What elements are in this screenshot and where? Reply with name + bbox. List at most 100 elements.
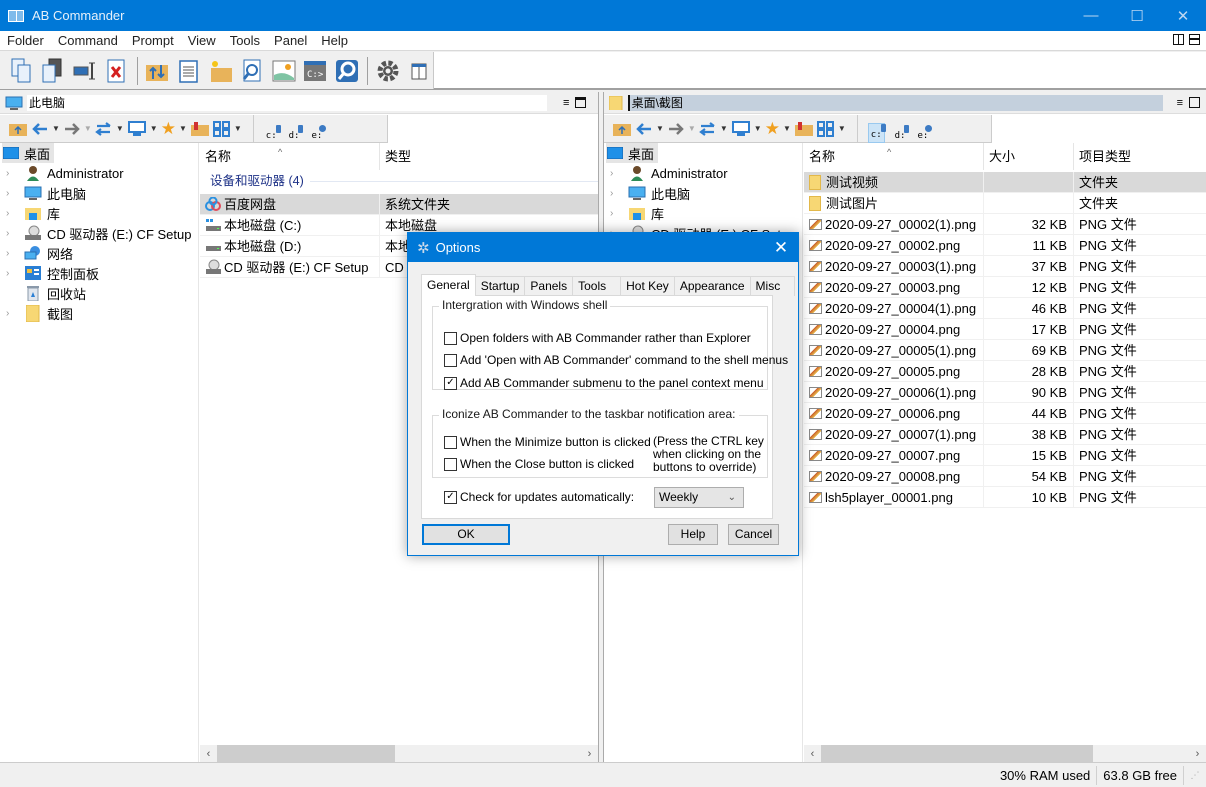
- panel-maximize-icon[interactable]: [575, 97, 587, 108]
- tree-item-administrator[interactable]: › Administrator: [604, 163, 802, 183]
- right-address-input[interactable]: 桌面\截图: [627, 94, 1163, 111]
- tree-item-this-pc[interactable]: › 此电脑: [0, 183, 198, 203]
- forward-button[interactable]: ▼: [63, 118, 92, 140]
- column-header-size[interactable]: 大小: [984, 143, 1074, 170]
- list-item[interactable]: 2020-09-27_00005(1).png 69 KB PNG 文件: [804, 339, 1206, 361]
- back-button[interactable]: ▼: [635, 118, 664, 140]
- open-folders-checkbox[interactable]: Open folders with AB Commander rather th…: [444, 331, 751, 345]
- submenu-checkbox[interactable]: ✓ Add AB Commander submenu to the panel c…: [444, 376, 764, 390]
- expand-icon[interactable]: ›: [610, 168, 622, 179]
- list-item[interactable]: 2020-09-27_00004.png 17 KB PNG 文件: [804, 318, 1206, 340]
- panel-maximize-icon[interactable]: [1189, 97, 1200, 108]
- drive-d-button[interactable]: d:: [893, 124, 910, 143]
- list-item[interactable]: 2020-09-27_00002(1).png 32 KB PNG 文件: [804, 213, 1206, 235]
- tree-item-screenshots[interactable]: › 截图: [0, 303, 198, 323]
- list-item[interactable]: 测试图片 文件夹: [804, 192, 1206, 214]
- tree-item-recycle-bin[interactable]: 回收站: [0, 283, 198, 303]
- expand-icon[interactable]: ›: [6, 308, 18, 319]
- notepad-icon[interactable]: [175, 57, 203, 85]
- help-button[interactable]: Help: [668, 524, 718, 545]
- panel-layout-icon[interactable]: [405, 57, 433, 85]
- tree-item-control-panel[interactable]: › 控制面板: [0, 263, 198, 283]
- favorites-button[interactable]: ★ ▼: [161, 118, 187, 140]
- vertical-split-icon[interactable]: [1173, 34, 1184, 45]
- image-viewer-icon[interactable]: [270, 57, 298, 85]
- command-prompt-icon[interactable]: C:>: [302, 57, 330, 85]
- maximize-button[interactable]: ☐: [1114, 0, 1160, 31]
- list-item[interactable]: 2020-09-27_00006.png 44 KB PNG 文件: [804, 402, 1206, 424]
- minimize-button[interactable]: —: [1068, 0, 1114, 31]
- panel-menu-icon[interactable]: ≡: [1177, 97, 1183, 109]
- ok-button[interactable]: OK: [422, 524, 510, 545]
- close-button[interactable]: ✕: [1160, 0, 1206, 31]
- minimize-to-tray-checkbox[interactable]: When the Minimize button is clicked: [444, 435, 651, 449]
- close-to-tray-checkbox[interactable]: When the Close button is clicked: [444, 457, 634, 471]
- menu-panel[interactable]: Panel: [267, 33, 314, 48]
- drive-e-button[interactable]: e:: [915, 124, 933, 143]
- tab-tools[interactable]: Tools: [572, 276, 622, 296]
- list-item[interactable]: 2020-09-27_00007(1).png 38 KB PNG 文件: [804, 423, 1206, 445]
- expand-icon[interactable]: ›: [6, 248, 18, 259]
- column-header-type[interactable]: 类型: [380, 143, 598, 170]
- open-with-command-checkbox[interactable]: Add 'Open with AB Commander' command to …: [444, 353, 788, 367]
- list-item[interactable]: 百度网盘 系统文件夹: [200, 193, 598, 215]
- list-item[interactable]: lsh5player_00001.png 10 KB PNG 文件: [804, 486, 1206, 508]
- swap-panels-button[interactable]: ▼: [95, 118, 124, 140]
- tab-general[interactable]: General: [421, 274, 476, 296]
- list-item[interactable]: 2020-09-27_00002.png 11 KB PNG 文件: [804, 234, 1206, 256]
- swap-panels-button[interactable]: ▼: [699, 118, 728, 140]
- tree-item-library[interactable]: › 库: [0, 203, 198, 223]
- sync-folders-icon[interactable]: [143, 57, 171, 85]
- new-folder-icon[interactable]: [207, 57, 235, 85]
- group-header[interactable]: 设备和驱动器 (4): [200, 170, 598, 192]
- up-folder-button[interactable]: [612, 118, 632, 140]
- expand-icon[interactable]: ›: [610, 208, 622, 219]
- forward-button[interactable]: ▼: [667, 118, 696, 140]
- cancel-button[interactable]: Cancel: [728, 524, 779, 545]
- favorites-button[interactable]: ★ ▼: [765, 118, 791, 140]
- expand-icon[interactable]: ›: [6, 208, 18, 219]
- rename-icon[interactable]: [71, 57, 99, 85]
- column-header-type[interactable]: 项目类型: [1074, 143, 1206, 170]
- menu-prompt[interactable]: Prompt: [125, 33, 181, 48]
- scroll-right-icon[interactable]: ›: [1189, 748, 1206, 760]
- list-item[interactable]: 2020-09-27_00003.png 12 KB PNG 文件: [804, 276, 1206, 298]
- bookmark-folder-button[interactable]: [794, 118, 814, 140]
- tree-item-network[interactable]: › 网络: [0, 243, 198, 263]
- drive-e-button[interactable]: e:: [309, 124, 327, 143]
- scroll-left-icon[interactable]: ‹: [200, 748, 217, 760]
- dialog-close-button[interactable]: ✕: [764, 238, 798, 258]
- up-folder-button[interactable]: [8, 118, 28, 140]
- view-mode-button[interactable]: ▼: [816, 118, 846, 140]
- computer-button[interactable]: ▼: [127, 118, 158, 140]
- delete-icon[interactable]: [103, 57, 131, 85]
- drive-d-button[interactable]: d:: [287, 124, 304, 143]
- tab-startup[interactable]: Startup: [474, 276, 526, 296]
- move-icon[interactable]: [40, 57, 68, 85]
- menu-tools[interactable]: Tools: [223, 33, 267, 48]
- tree-item-cd-drive[interactable]: ›CD 驱动器 (E:) CF Setup: [0, 223, 198, 243]
- column-header-name[interactable]: 名称 ^: [804, 143, 984, 170]
- left-horizontal-scrollbar[interactable]: ‹ ›: [200, 745, 598, 762]
- find-icon[interactable]: [238, 57, 266, 85]
- back-button[interactable]: ▼: [31, 118, 60, 140]
- tab-appearance[interactable]: Appearance: [673, 276, 751, 296]
- list-item[interactable]: 2020-09-27_00004(1).png 46 KB PNG 文件: [804, 297, 1206, 319]
- menu-view[interactable]: View: [181, 33, 223, 48]
- settings-icon[interactable]: [374, 57, 402, 85]
- column-header-name[interactable]: 名称 ^: [200, 143, 380, 170]
- expand-icon[interactable]: ›: [6, 268, 18, 279]
- scroll-left-icon[interactable]: ‹: [804, 748, 821, 760]
- update-frequency-select[interactable]: Weekly ⌄: [654, 487, 744, 508]
- copy-icon[interactable]: [8, 57, 36, 85]
- list-item[interactable]: 2020-09-27_00006(1).png 90 KB PNG 文件: [804, 381, 1206, 403]
- tree-item-this-pc[interactable]: › 此电脑: [604, 183, 802, 203]
- drive-c-button[interactable]: c:: [264, 124, 281, 143]
- tree-item-administrator[interactable]: › Administrator: [0, 163, 198, 183]
- menu-command[interactable]: Command: [51, 33, 125, 48]
- tree-item-library[interactable]: › 库: [604, 203, 802, 223]
- list-item[interactable]: 2020-09-27_00008.png 54 KB PNG 文件: [804, 465, 1206, 487]
- resize-grip-icon[interactable]: ⋰: [1184, 770, 1206, 781]
- list-item[interactable]: 测试视频 文件夹: [804, 171, 1206, 193]
- panel-menu-icon[interactable]: ≡: [563, 97, 569, 109]
